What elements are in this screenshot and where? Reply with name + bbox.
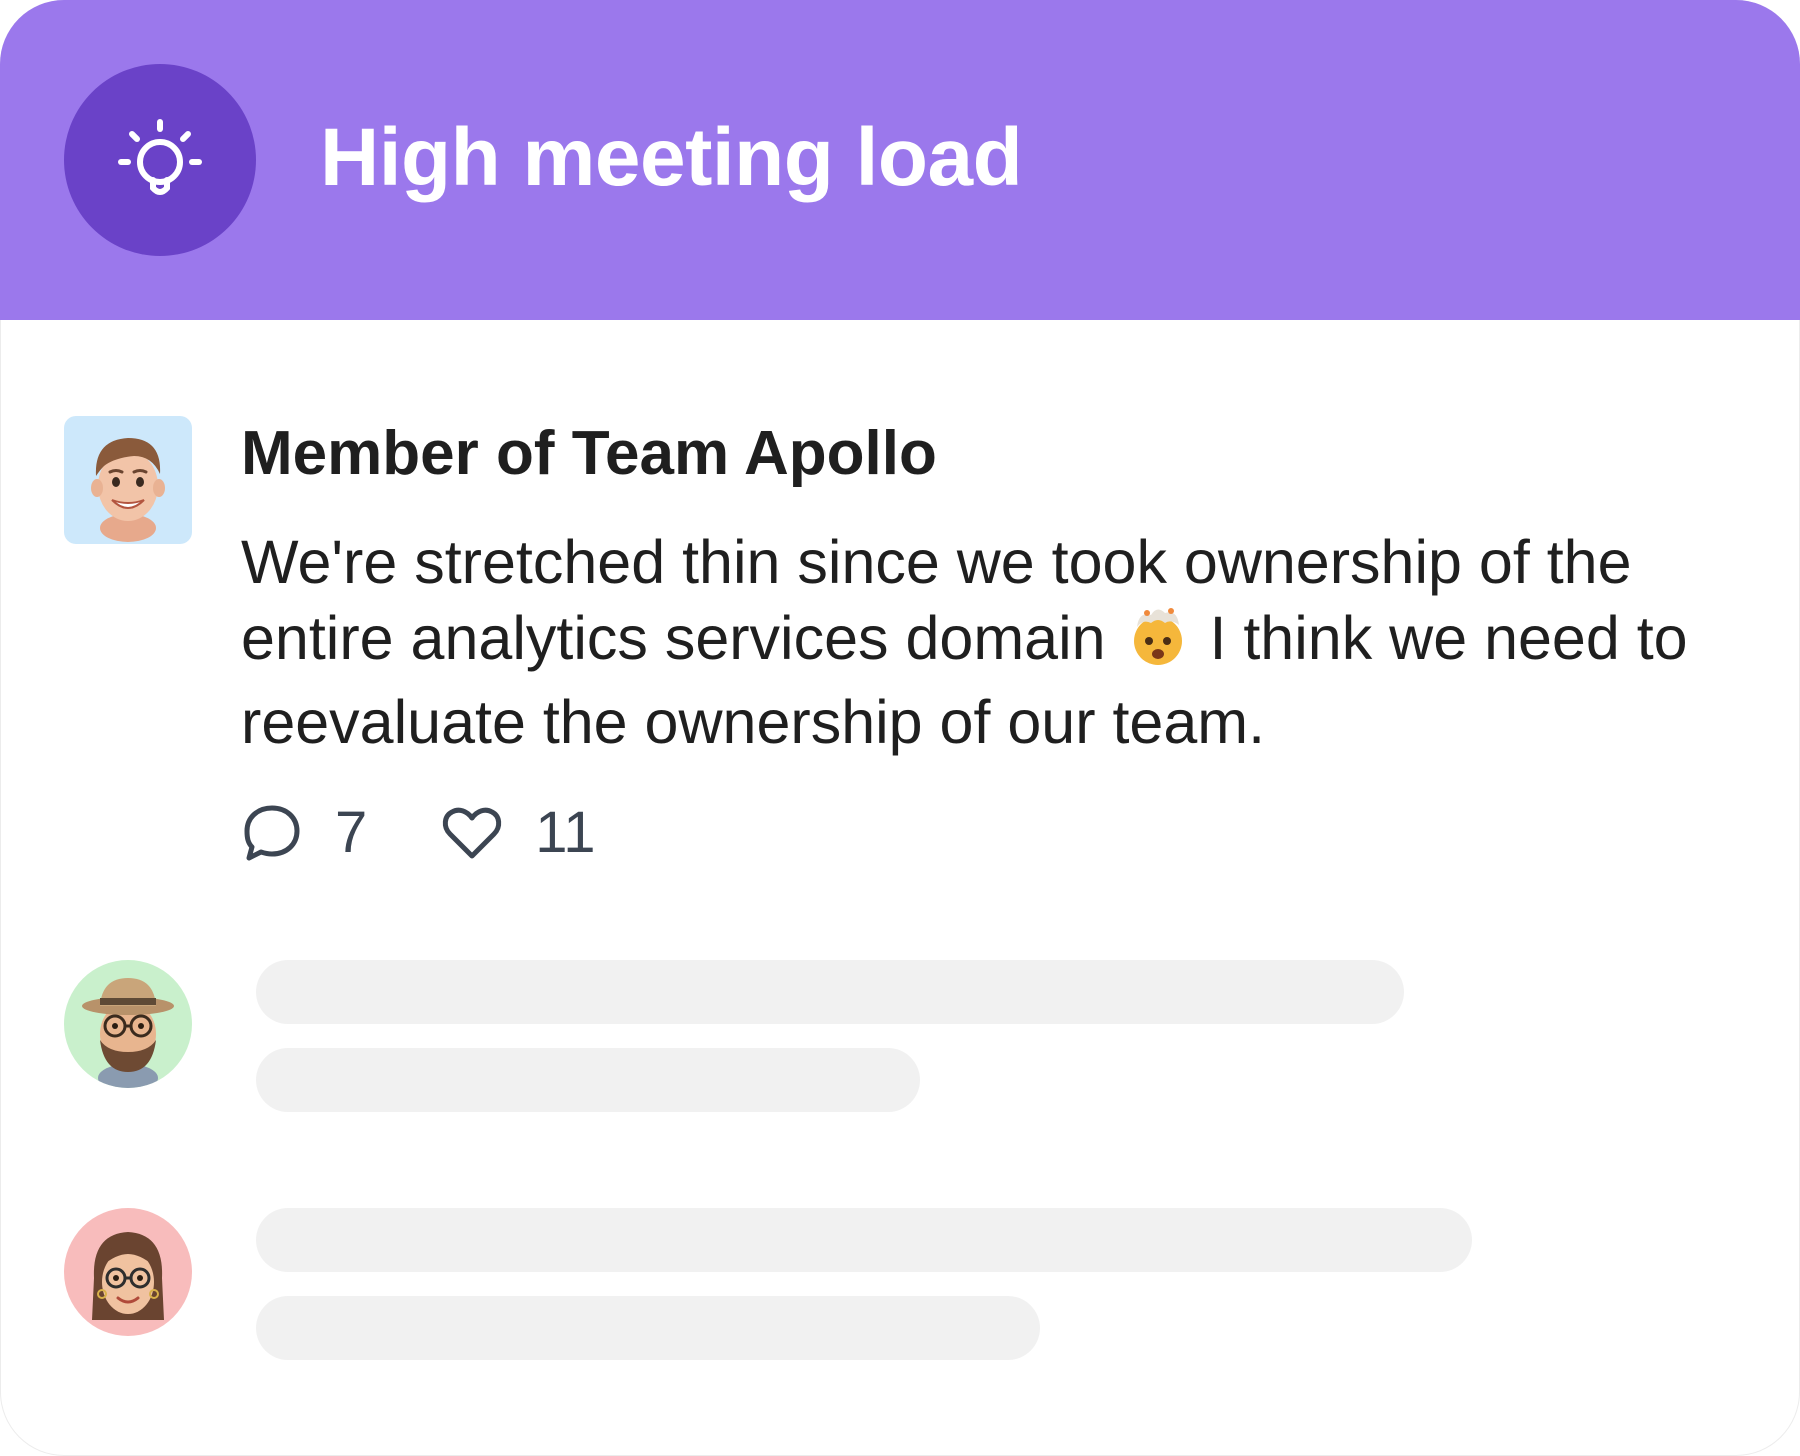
reply-avatar[interactable] bbox=[64, 1208, 192, 1336]
comment-icon bbox=[244, 805, 300, 861]
reply-skeleton-line bbox=[256, 1048, 920, 1112]
likes-count: 11 bbox=[535, 800, 596, 865]
comments-count: 7 bbox=[335, 800, 368, 865]
author-avatar[interactable] bbox=[64, 416, 192, 544]
memoji-man-avatar bbox=[91, 438, 165, 542]
likes-button[interactable]: 11 bbox=[441, 798, 595, 868]
header-icon-badge bbox=[64, 64, 256, 256]
card-header: High meeting load bbox=[0, 0, 1800, 320]
comments-button[interactable]: 7 bbox=[241, 798, 367, 868]
reply-skeleton-line bbox=[256, 960, 1404, 1024]
card-title: High meeting load bbox=[320, 112, 1023, 203]
post-author[interactable]: Member of Team Apollo bbox=[241, 418, 937, 490]
memoji-woman-glasses-avatar bbox=[92, 1232, 164, 1320]
memoji-bearded-man-hat-avatar bbox=[82, 978, 174, 1088]
post-stats: 7 11 bbox=[241, 798, 595, 868]
reply-skeleton-line bbox=[256, 1296, 1040, 1360]
reply-skeleton-line bbox=[256, 1208, 1472, 1272]
post-message: We're stretched thin since we took owner… bbox=[241, 524, 1761, 760]
exploding-head-emoji bbox=[1127, 605, 1189, 684]
lightbulb-icon bbox=[118, 119, 202, 195]
insight-card: High meeting load Member of Team Apollo … bbox=[0, 0, 1800, 1456]
heart-icon bbox=[443, 807, 502, 859]
reply-avatar[interactable] bbox=[64, 960, 192, 1088]
